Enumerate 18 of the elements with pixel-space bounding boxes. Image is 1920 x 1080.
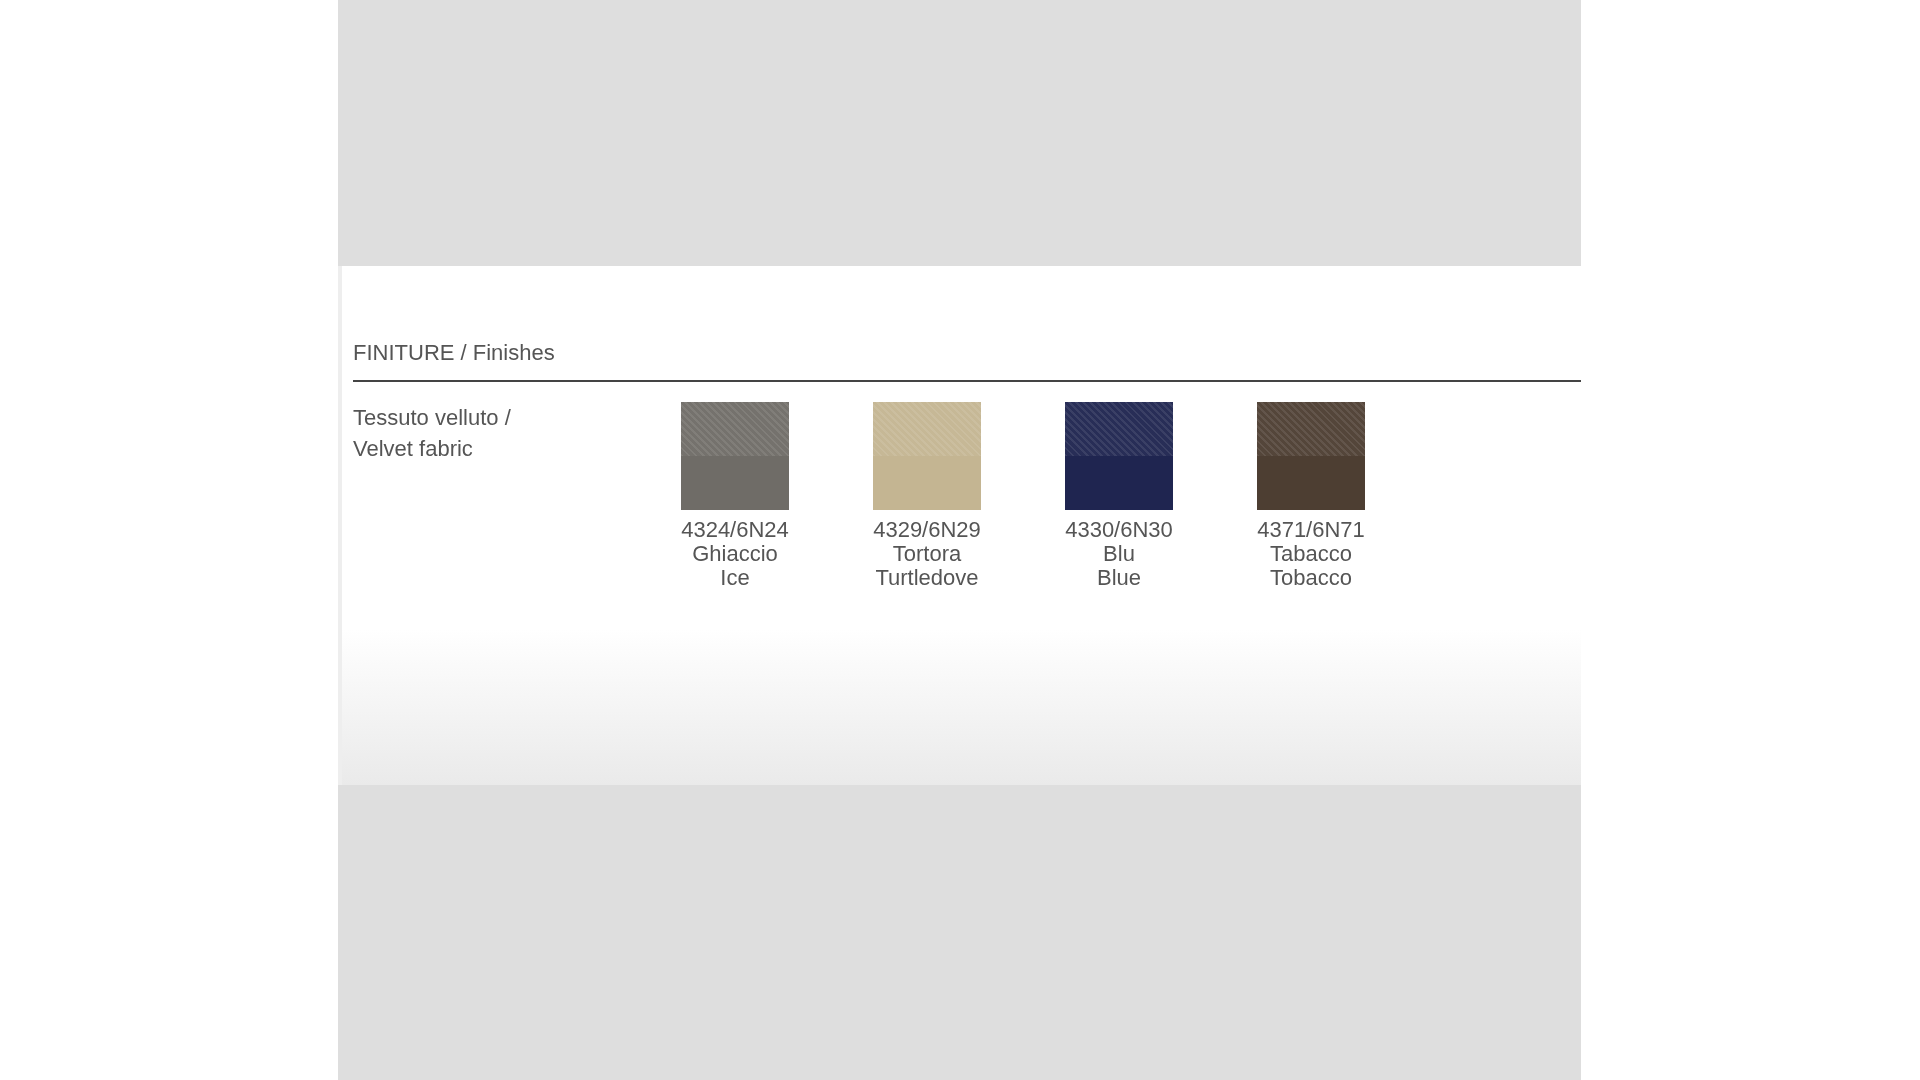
fabric-label: Tessuto velluto / Velvet fabric: [353, 404, 512, 463]
swatch-name-english: Tobacco: [1270, 566, 1352, 590]
fabric-swatch[interactable]: [681, 402, 789, 510]
swatch-name-italian: Blu: [1103, 542, 1135, 566]
swatch-name-italian: Tabacco: [1270, 542, 1352, 566]
swatch-code: 4371/6N71: [1257, 518, 1365, 542]
swatch-name-english: Ice: [720, 566, 750, 590]
swatch-name-italian: Tortora: [892, 542, 962, 566]
swatch-name-english: Blue: [1096, 566, 1141, 590]
swatch-name-italian: Ghiaccio: [692, 542, 778, 566]
fabric-swatch[interactable]: [1065, 402, 1173, 510]
fabric-swatch[interactable]: [1257, 402, 1365, 510]
section-title: FINITURE / Finishes: [353, 336, 1581, 382]
fabric-swatch[interactable]: [873, 402, 981, 510]
swatch-code: 4329/6N29: [873, 518, 981, 542]
swatch-name-english: Turtledove: [875, 566, 979, 590]
swatch-code: 4330/6N30: [1065, 518, 1173, 542]
swatch-code: 4324/6N24: [681, 518, 789, 542]
